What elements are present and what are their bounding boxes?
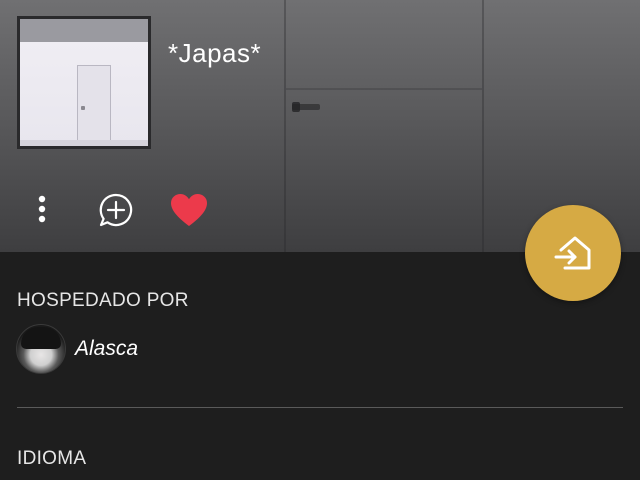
heart-icon — [171, 194, 207, 226]
host-avatar[interactable] — [16, 324, 66, 374]
section-divider — [17, 407, 623, 408]
join-room-button[interactable] — [525, 205, 621, 301]
header-background-door — [284, 0, 484, 252]
language-label: IDIOMA — [17, 448, 87, 469]
more-vertical-icon — [38, 195, 46, 223]
room-title: *Japas* — [168, 38, 262, 68]
host-name[interactable]: Alasca — [75, 337, 138, 361]
add-comment-button[interactable] — [94, 188, 138, 232]
join-room-icon — [554, 236, 591, 270]
hosted-by-label: HOSPEDADO POR — [17, 290, 189, 311]
host-profile-link[interactable]: Alasca — [16, 324, 138, 374]
room-cover-image[interactable] — [17, 16, 151, 149]
like-button[interactable] — [167, 188, 211, 232]
add-comment-icon — [99, 193, 133, 227]
more-options-button[interactable] — [20, 188, 64, 232]
cover-door-illustration — [77, 65, 111, 145]
